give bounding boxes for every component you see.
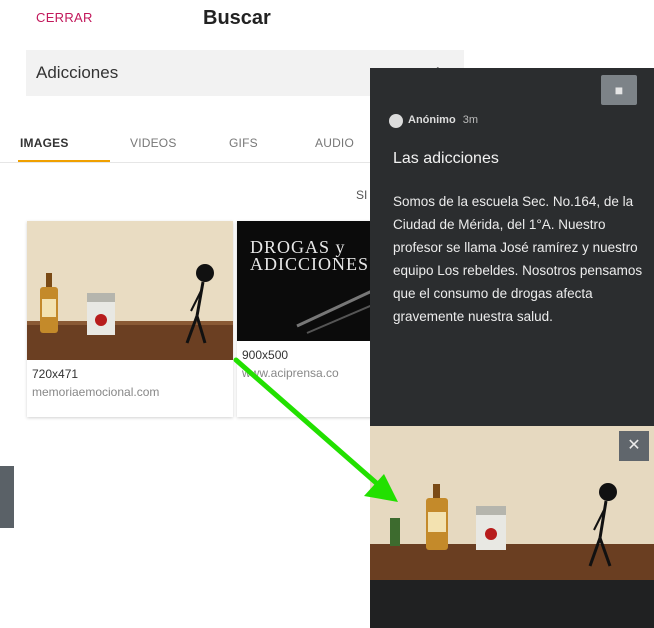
result-source-1: memoriaemocional.com bbox=[32, 385, 160, 399]
background-fragment bbox=[0, 466, 14, 528]
result-source-2: www.aciprensa.co bbox=[242, 366, 339, 380]
tab-videos[interactable]: VIDEOS bbox=[130, 136, 177, 150]
subheader-text: SI bbox=[356, 188, 368, 202]
tab-images[interactable]: IMAGES bbox=[20, 136, 69, 150]
post-title: Las adicciones bbox=[393, 150, 499, 167]
post-image bbox=[370, 426, 654, 580]
post-card-footer bbox=[370, 580, 654, 628]
result-image-1[interactable] bbox=[27, 221, 233, 360]
result-image-2-caption: DROGAS y ADICCIONES bbox=[250, 237, 370, 274]
close-icon[interactable]: ✕ bbox=[619, 431, 649, 461]
result-size-2: 900x500 bbox=[242, 348, 289, 362]
result-size-1: 720x471 bbox=[32, 367, 79, 381]
post-author: Anónimo 3m bbox=[408, 114, 479, 126]
page-title: Buscar bbox=[203, 7, 271, 29]
active-tab-indicator bbox=[18, 160, 110, 162]
avatar bbox=[389, 114, 403, 128]
tabs-divider bbox=[0, 162, 380, 163]
tab-gifs[interactable]: GIFS bbox=[229, 136, 258, 150]
post-body: Somos de la escuela Sec. No.164, de la C… bbox=[393, 194, 643, 324]
tab-audio[interactable]: AUDIO bbox=[315, 136, 354, 150]
close-button[interactable]: CERRAR bbox=[36, 10, 93, 25]
trash-icon[interactable]: ■ bbox=[601, 75, 637, 105]
search-input-value: Adicciones bbox=[36, 63, 119, 82]
